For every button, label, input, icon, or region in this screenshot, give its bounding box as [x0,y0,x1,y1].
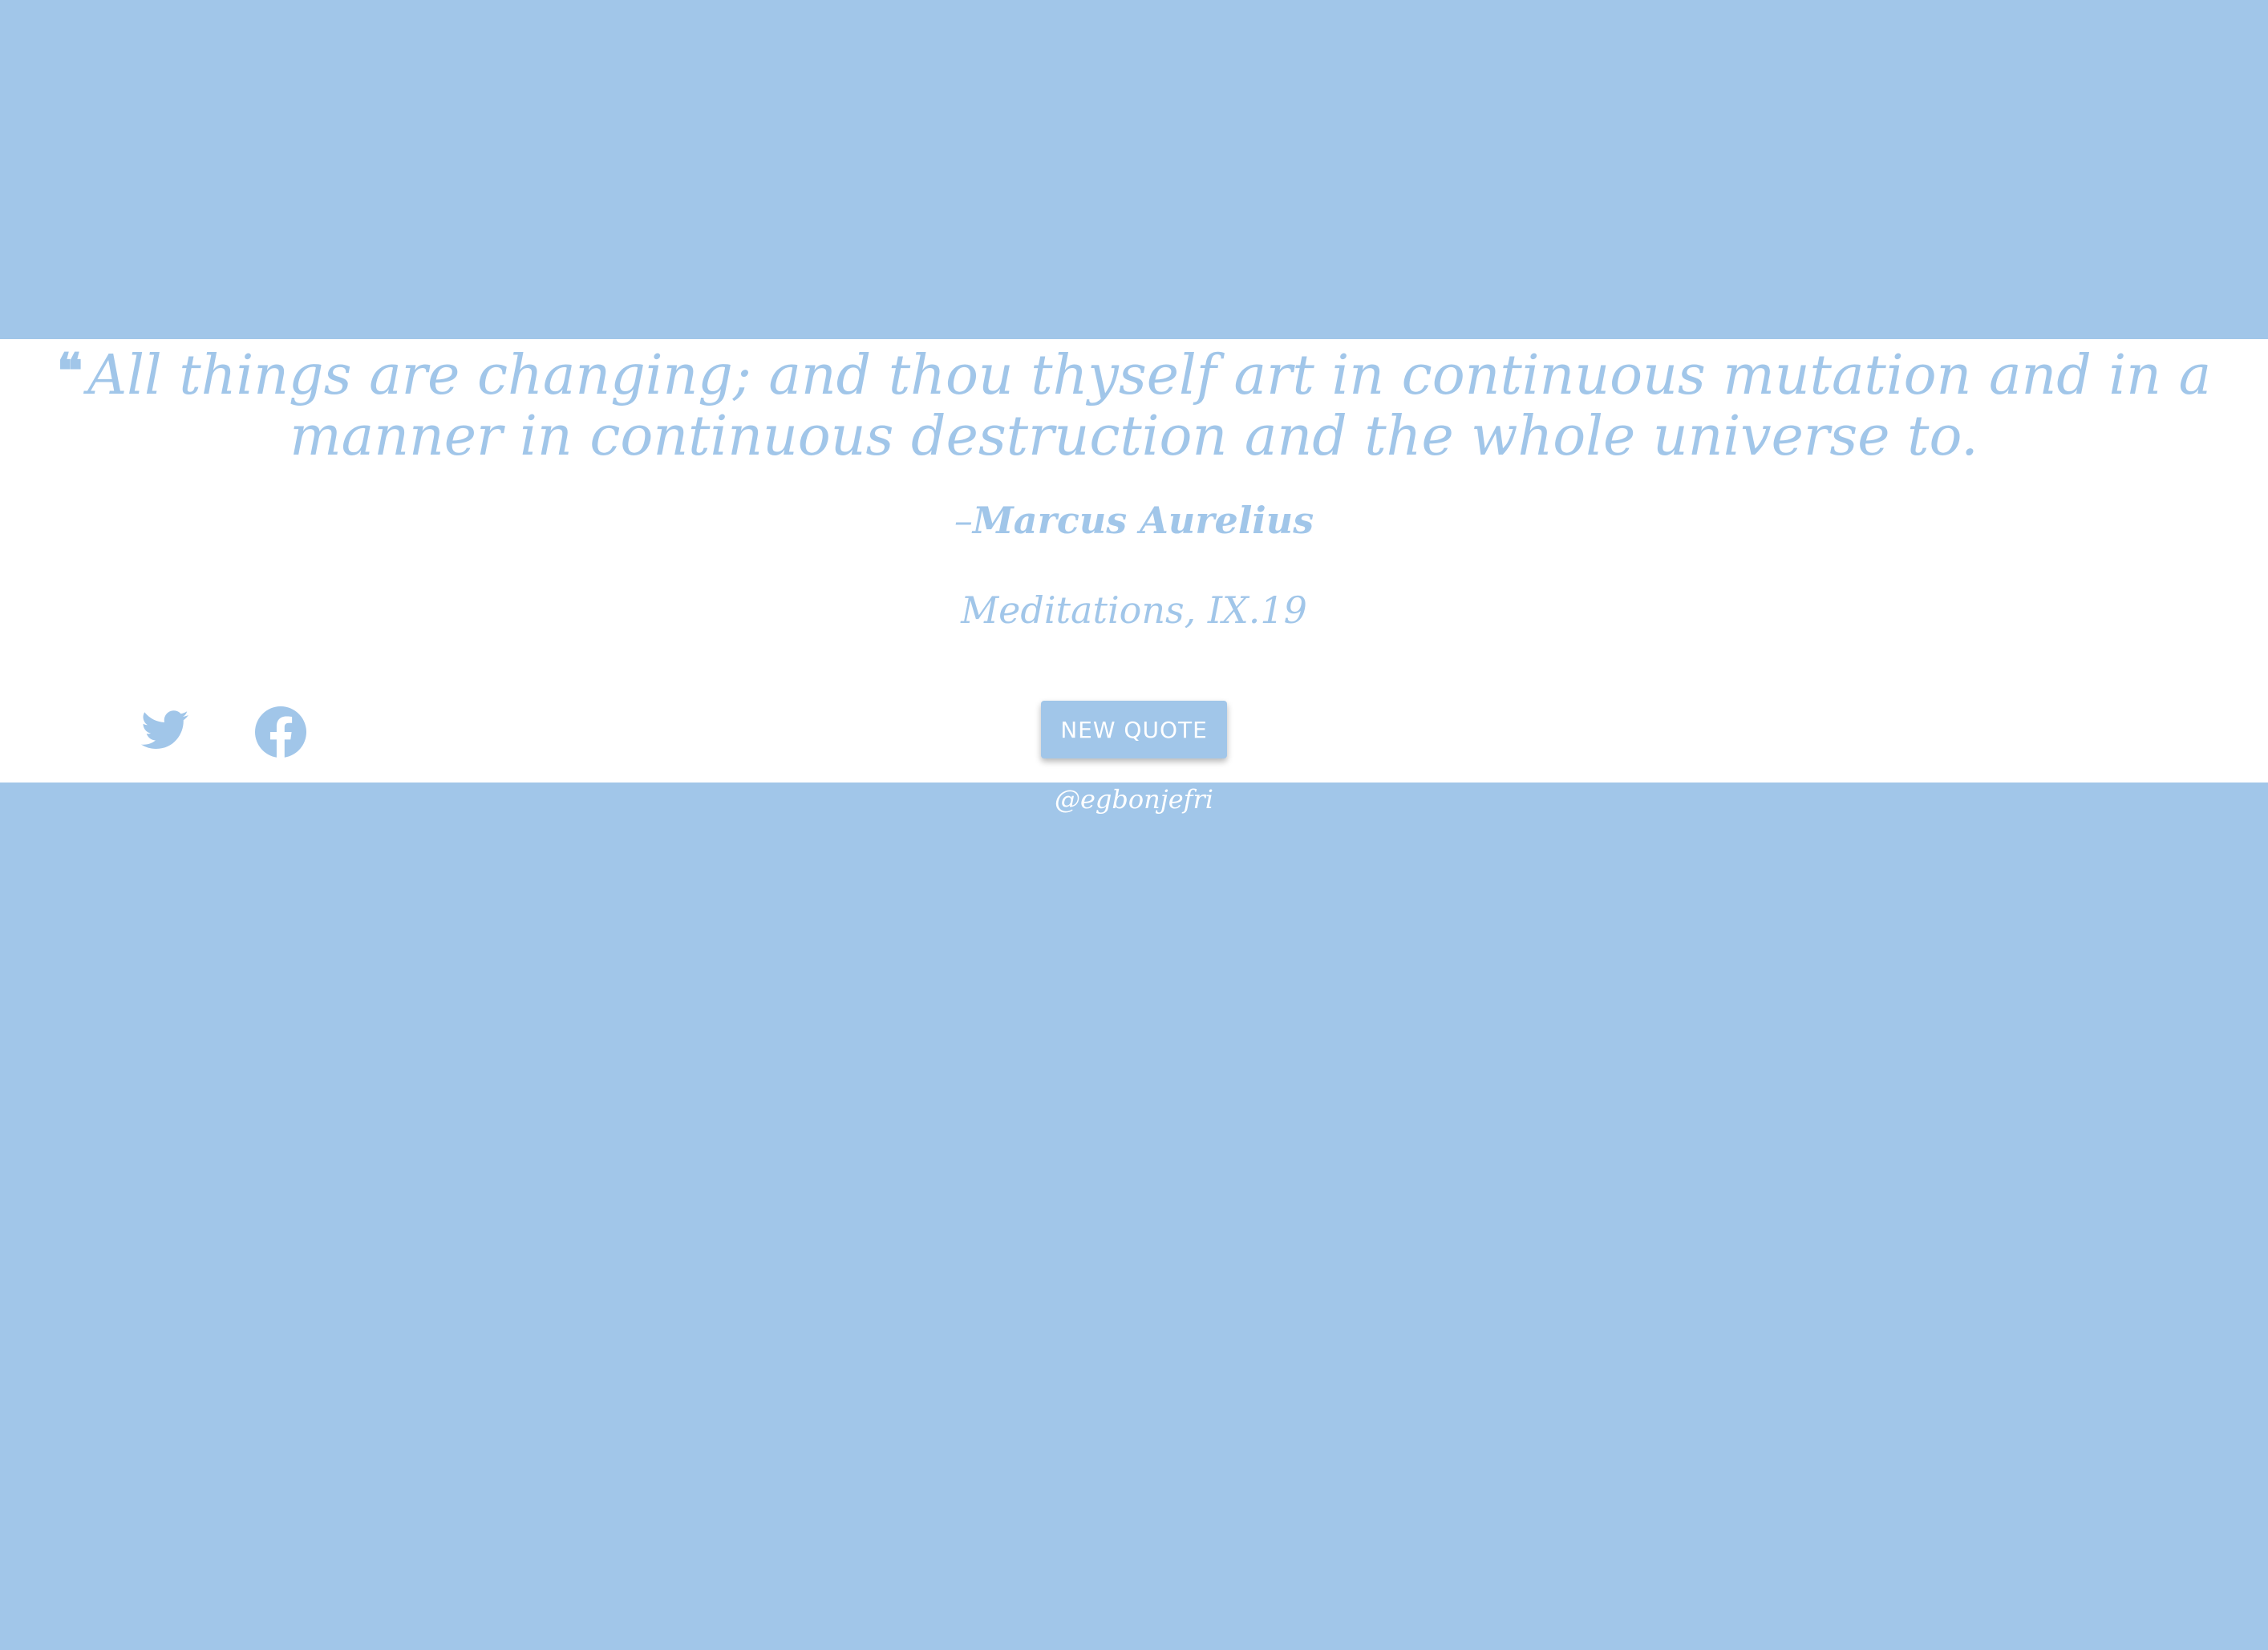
twitter-icon [141,710,188,749]
facebook-icon [255,706,306,758]
author-line: –Marcus Aurelius [0,496,2268,544]
new-quote-button[interactable]: New quote [1041,701,1227,758]
author-name: Marcus Aurelius [972,499,1314,542]
facebook-share-button[interactable] [255,706,306,758]
twitter-share-button[interactable] [141,710,189,754]
quote-left-icon: ❝ [56,343,83,399]
quote-source: Meditations, IX.19 [961,588,1307,632]
quote-box: ❝All things are changing; and thou thyse… [0,339,2268,783]
quote-text: All things are changing; and thou thysel… [87,344,2212,468]
quote-text-block: ❝All things are changing; and thou thyse… [16,339,2252,467]
author-prefix: – [954,499,973,542]
author-handle-link[interactable]: @egbonjefri [0,781,2268,818]
